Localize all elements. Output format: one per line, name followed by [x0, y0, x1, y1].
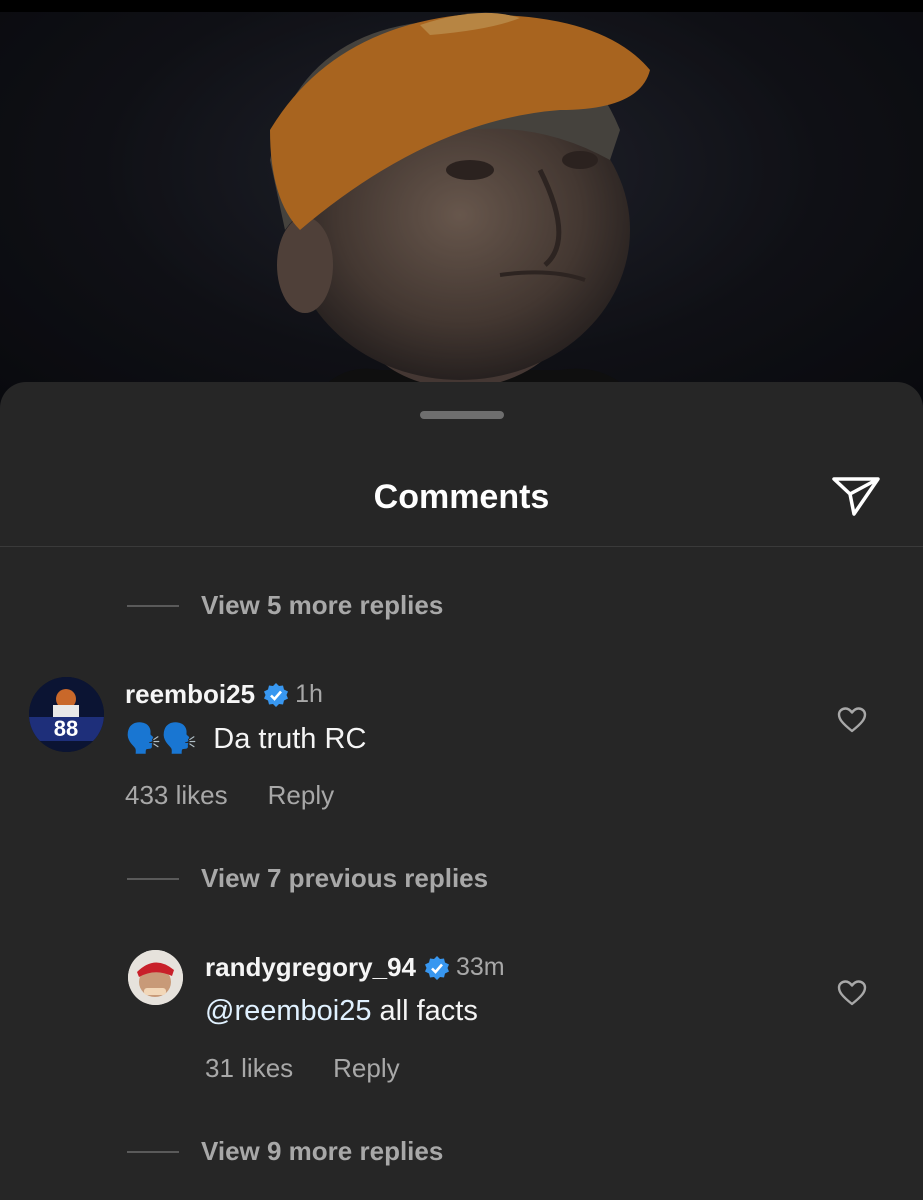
verified-badge-icon	[424, 955, 449, 980]
heart-icon	[837, 980, 867, 1006]
like-button[interactable]	[837, 706, 867, 734]
coach-photo-illustration	[0, 0, 923, 420]
comment-meta: 433 likes Reply	[125, 780, 334, 811]
avatar[interactable]	[128, 950, 183, 1005]
comment-body: Da truth RC	[213, 723, 367, 755]
comment-emoji: 🗣️🗣️	[125, 723, 198, 755]
avatar-image: 88	[29, 677, 104, 752]
send-icon	[832, 477, 880, 516]
comment-text: 🗣️🗣️ Da truth RC	[125, 722, 366, 756]
avatar[interactable]: 88	[29, 677, 104, 752]
comment-body: all facts	[371, 995, 478, 1027]
view-replies-label: View 7 previous replies	[201, 863, 489, 893]
avatar-image	[128, 950, 183, 1005]
header-divider	[0, 546, 923, 547]
comment-likes[interactable]: 31 likes	[205, 1053, 293, 1084]
share-button[interactable]	[828, 470, 884, 518]
comment-text: @reemboi25 all facts	[205, 995, 478, 1028]
sheet-title: Comments	[373, 478, 550, 516]
view-replies-label: View 9 more replies	[201, 1136, 444, 1166]
reply-button[interactable]: Reply	[333, 1053, 399, 1084]
replies-line	[127, 604, 179, 607]
comment-likes[interactable]: 433 likes	[125, 780, 228, 811]
status-bar-strip	[0, 0, 923, 12]
mention-link[interactable]: @reemboi25	[205, 995, 371, 1027]
view-previous-replies-button[interactable]: View 7 previous replies	[127, 863, 488, 894]
replies-line	[127, 1150, 179, 1153]
comment-meta: 31 likes Reply	[205, 1053, 400, 1084]
comment-username[interactable]: randygregory_94	[205, 952, 416, 983]
like-button[interactable]	[837, 979, 867, 1007]
heart-icon	[837, 707, 867, 733]
reply-button[interactable]: Reply	[268, 780, 334, 811]
view-replies-label: View 5 more replies	[201, 590, 444, 620]
verified-badge-icon	[264, 682, 289, 707]
avatar-jersey-number: 88	[54, 716, 78, 741]
comment-time: 33m	[455, 953, 505, 981]
view-more-replies-button[interactable]: View 9 more replies	[127, 1136, 443, 1167]
replies-line	[127, 877, 179, 880]
comment-time: 1h	[295, 680, 323, 708]
comment-username[interactable]: reemboi25	[125, 679, 255, 710]
view-more-replies-button[interactable]: View 5 more replies	[127, 590, 443, 621]
comment-header: randygregory_94 33m	[205, 952, 505, 983]
comment-header: reemboi25 1h	[125, 679, 323, 710]
drag-handle[interactable]	[420, 411, 504, 419]
post-image	[0, 0, 923, 420]
